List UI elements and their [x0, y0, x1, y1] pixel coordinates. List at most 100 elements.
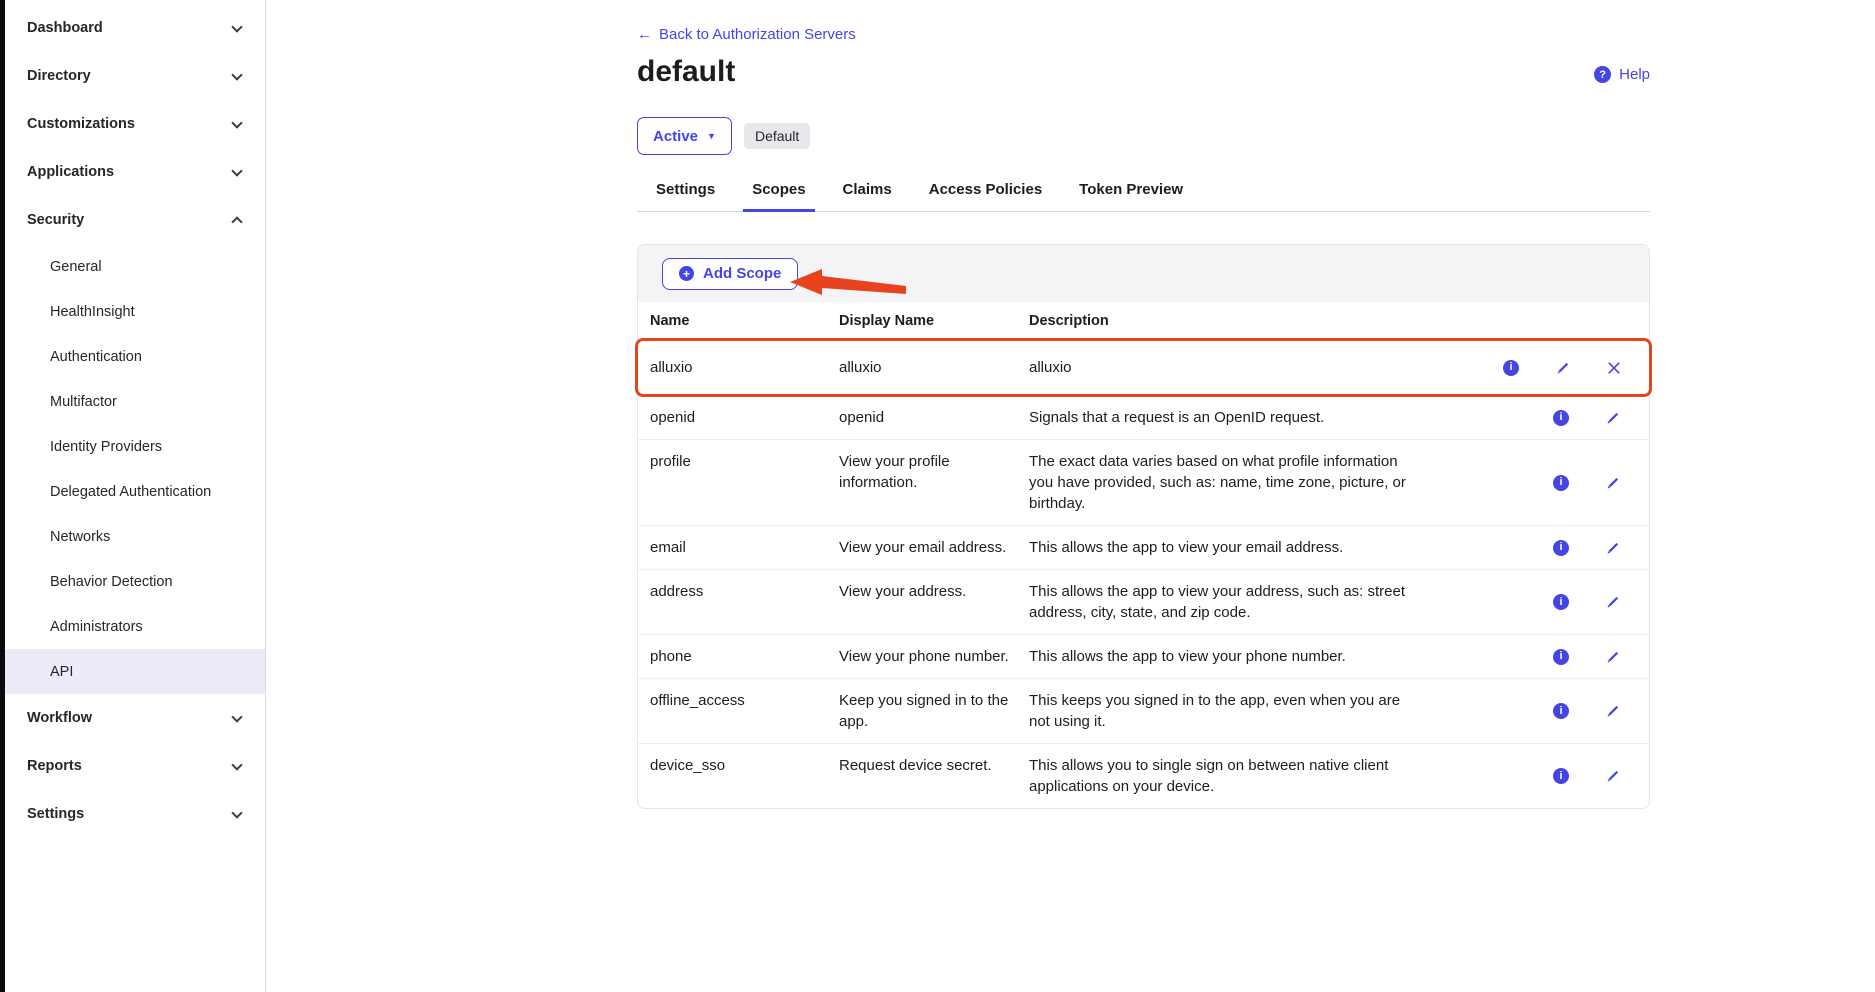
table-row-alluxio: alluxioalluxioalluxioi: [638, 339, 1649, 395]
scope-description: This allows the app to view your address…: [1017, 581, 1473, 623]
sidebar-item-customizations[interactable]: Customizations: [5, 100, 265, 148]
sidebar-item-label: Customizations: [27, 116, 135, 132]
sidebar-item-dashboard[interactable]: Dashboard: [5, 4, 265, 52]
info-icon[interactable]: i: [1553, 649, 1569, 665]
scope-description: This allows the app to view your email a…: [1017, 537, 1473, 558]
scope-description: Signals that a request is an OpenID requ…: [1017, 407, 1473, 428]
row-actions: i: [1473, 768, 1649, 784]
sidebar-item-label: Dashboard: [27, 20, 103, 36]
sidebar-item-settings[interactable]: Settings: [5, 790, 265, 838]
scope-display-name: openid: [827, 407, 1017, 428]
add-scope-button[interactable]: + Add Scope: [662, 258, 798, 290]
edit-icon[interactable]: [1605, 649, 1621, 665]
scope-name: openid: [638, 407, 827, 428]
add-scope-label: Add Scope: [703, 265, 781, 282]
info-icon[interactable]: i: [1553, 540, 1569, 556]
chevron-down-icon: [231, 759, 242, 770]
chevron-down-icon: [231, 21, 242, 32]
info-icon[interactable]: i: [1553, 475, 1569, 491]
sidebar-item-reports[interactable]: Reports: [5, 742, 265, 790]
tab-bar: Settings Scopes Claims Access Policies Token…: [637, 181, 1650, 212]
help-label: Help: [1619, 66, 1650, 83]
scope-name: email: [638, 537, 827, 558]
sidebar-item-general[interactable]: General: [5, 244, 265, 289]
table-row-openid: openidopenidSignals that a request is an…: [638, 395, 1649, 439]
scope-description: This allows the app to view your phone n…: [1017, 646, 1473, 667]
tab-access-policies[interactable]: Access Policies: [920, 181, 1051, 212]
table-header-row: NameDisplay NameDescription: [638, 302, 1649, 339]
scopes-panel: + Add Scope NameDisplay NameDescription …: [637, 244, 1650, 809]
sidebar-item-applications[interactable]: Applications: [5, 148, 265, 196]
sidebar-item-security[interactable]: Security: [5, 196, 265, 244]
tab-claims[interactable]: Claims: [834, 181, 901, 212]
scope-description: This keeps you signed in to the app, eve…: [1017, 690, 1473, 732]
column-header-name: Name: [638, 313, 827, 329]
sidebar-item-administrators[interactable]: Administrators: [5, 604, 265, 649]
title-row: default ? Help: [637, 55, 1650, 89]
scope-name: profile: [638, 451, 827, 472]
scope-name: device_sso: [638, 755, 827, 776]
sidebar-item-authentication[interactable]: Authentication: [5, 334, 265, 379]
page-title: default: [637, 55, 735, 89]
sidebar-item-workflow[interactable]: Workflow: [5, 694, 265, 742]
help-icon: ?: [1594, 66, 1611, 83]
scope-display-name: View your email address.: [827, 537, 1017, 558]
help-link[interactable]: ? Help: [1594, 66, 1650, 89]
main-area: ← Back to Authorization Servers default …: [266, 0, 1875, 992]
table-row-offline-access: offline_accessKeep you signed in to the …: [638, 678, 1649, 743]
info-icon[interactable]: i: [1553, 594, 1569, 610]
scope-display-name: Keep you signed in to the app.: [827, 690, 1017, 732]
info-icon[interactable]: i: [1503, 360, 1519, 376]
edit-icon[interactable]: [1605, 540, 1621, 556]
sidebar-item-label: Settings: [27, 806, 84, 822]
chevron-down-icon: [231, 69, 242, 80]
caret-down-icon: ▼: [707, 131, 716, 141]
sidebar-item-behavior-detection[interactable]: Behavior Detection: [5, 559, 265, 604]
scope-display-name: View your address.: [827, 581, 1017, 602]
sidebar-item-label: Applications: [27, 164, 114, 180]
content-column: ← Back to Authorization Servers default …: [637, 0, 1650, 809]
info-icon[interactable]: i: [1553, 410, 1569, 426]
sidebar-item-identity-providers[interactable]: Identity Providers: [5, 424, 265, 469]
scope-description: The exact data varies based on what prof…: [1017, 451, 1473, 514]
row-actions: i: [1473, 540, 1649, 556]
sidebar-item-multifactor[interactable]: Multifactor: [5, 379, 265, 424]
edit-icon[interactable]: [1605, 410, 1621, 426]
status-dropdown[interactable]: Active ▼: [637, 117, 732, 155]
scope-name: phone: [638, 646, 827, 667]
tab-settings[interactable]: Settings: [647, 181, 724, 212]
tab-token-preview[interactable]: Token Preview: [1070, 181, 1192, 212]
edit-icon[interactable]: [1605, 475, 1621, 491]
edit-icon[interactable]: [1605, 768, 1621, 784]
sidebar-item-healthinsight[interactable]: HealthInsight: [5, 289, 265, 334]
sidebar-item-networks[interactable]: Networks: [5, 514, 265, 559]
edit-icon[interactable]: [1605, 703, 1621, 719]
edit-icon[interactable]: [1605, 594, 1621, 610]
column-header-description: Description: [1017, 313, 1649, 329]
chevron-down-icon: [231, 711, 242, 722]
delete-icon[interactable]: [1607, 361, 1621, 375]
status-label: Active: [653, 128, 698, 145]
scope-description: alluxio: [1017, 357, 1473, 378]
scope-display-name: View your profile information.: [827, 451, 1017, 493]
row-actions: i: [1473, 649, 1649, 665]
back-link[interactable]: ← Back to Authorization Servers: [637, 26, 856, 43]
row-actions: i: [1473, 410, 1649, 426]
sidebar-item-api[interactable]: API: [5, 649, 265, 694]
tab-scopes[interactable]: Scopes: [743, 181, 814, 212]
sidebar-item-directory[interactable]: Directory: [5, 52, 265, 100]
table-row-profile: profileView your profile information.The…: [638, 439, 1649, 525]
chevron-down-icon: [231, 165, 242, 176]
table-row-device-sso: device_ssoRequest device secret.This all…: [638, 743, 1649, 808]
sidebar-item-delegated-authentication[interactable]: Delegated Authentication: [5, 469, 265, 514]
sidebar-item-label: Reports: [27, 758, 82, 774]
plus-icon: +: [679, 266, 694, 281]
info-icon[interactable]: i: [1553, 768, 1569, 784]
row-actions: i: [1473, 360, 1649, 376]
scope-name: address: [638, 581, 827, 602]
info-icon[interactable]: i: [1553, 703, 1569, 719]
edit-icon[interactable]: [1555, 360, 1571, 376]
scope-description: This allows you to single sign on betwee…: [1017, 755, 1473, 797]
status-row: Active ▼ Default: [637, 117, 1650, 155]
table-body: alluxioalluxioalluxioi openidopenidSigna…: [638, 339, 1649, 808]
